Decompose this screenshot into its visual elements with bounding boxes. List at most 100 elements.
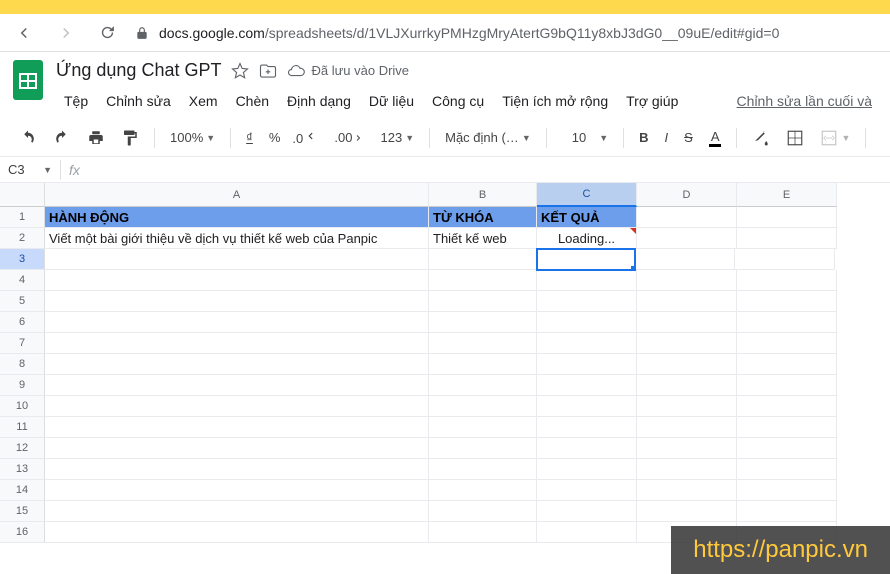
paint-format-button[interactable] [116,125,144,151]
borders-button[interactable] [781,125,809,151]
row-header[interactable]: 6 [0,312,45,333]
cell[interactable] [637,459,737,480]
row-header[interactable]: 12 [0,438,45,459]
cell[interactable]: TỪ KHÓA [429,207,537,228]
reload-button[interactable] [94,20,121,45]
row-header[interactable]: 4 [0,270,45,291]
cell[interactable] [429,480,537,501]
cell[interactable] [637,228,737,249]
cell[interactable] [737,396,837,417]
spreadsheet-grid[interactable]: 1 2 3 4 5 6 7 8 9 10 11 12 13 14 15 16 A… [0,183,890,543]
cell[interactable] [429,333,537,354]
row-header[interactable]: 16 [0,522,45,543]
cell[interactable] [537,522,637,543]
cell[interactable] [429,249,537,270]
menu-help[interactable]: Trợ giúp [618,89,686,113]
text-color-button[interactable]: A [704,125,727,151]
move-icon[interactable] [259,62,277,80]
cell[interactable] [637,396,737,417]
col-header[interactable]: C [537,183,637,207]
sheets-logo[interactable] [10,60,46,108]
cell[interactable] [737,228,837,249]
fill-handle[interactable] [631,266,636,271]
undo-button[interactable] [14,125,42,151]
cell[interactable] [45,396,429,417]
cell[interactable] [737,480,837,501]
zoom-select[interactable]: 100%▼ [165,126,220,149]
cell[interactable] [429,438,537,459]
col-header[interactable]: A [45,183,429,207]
cell[interactable] [637,312,737,333]
menu-format[interactable]: Định dạng [279,89,359,113]
cell[interactable] [45,354,429,375]
cell[interactable] [45,417,429,438]
menu-tools[interactable]: Công cụ [424,89,492,113]
currency-button[interactable]: ₫ [241,126,258,149]
cell[interactable] [45,522,429,543]
cell[interactable] [429,354,537,375]
cell[interactable] [637,354,737,375]
cell[interactable] [429,501,537,522]
cell[interactable] [45,312,429,333]
merge-button[interactable]: ▼ [815,125,855,151]
cell[interactable] [537,480,637,501]
forward-button[interactable] [52,20,80,46]
number-format-button[interactable]: 123▼ [375,126,419,149]
col-header[interactable]: D [637,183,737,207]
row-header[interactable]: 3 [0,249,45,270]
cell[interactable] [637,417,737,438]
cell[interactable] [537,396,637,417]
cell[interactable] [737,417,837,438]
italic-button[interactable]: I [660,126,674,149]
row-header[interactable]: 13 [0,459,45,480]
cell[interactable] [429,312,537,333]
print-button[interactable] [82,125,110,151]
error-indicator[interactable] [630,228,636,234]
cell[interactable] [737,312,837,333]
cell[interactable] [737,459,837,480]
cell[interactable] [637,291,737,312]
menu-edit[interactable]: Chỉnh sửa [98,89,179,113]
cell[interactable] [637,375,737,396]
cell[interactable] [429,522,537,543]
row-header[interactable]: 8 [0,354,45,375]
star-icon[interactable] [231,62,249,80]
row-header[interactable]: 10 [0,396,45,417]
col-header[interactable]: B [429,183,537,207]
cell[interactable] [537,291,637,312]
redo-button[interactable] [48,125,76,151]
cell[interactable] [737,354,837,375]
menu-insert[interactable]: Chèn [228,89,277,113]
cell[interactable]: KẾT QUẢ [537,207,637,228]
cell[interactable] [537,501,637,522]
cell[interactable] [737,375,837,396]
cell[interactable] [737,501,837,522]
fill-color-button[interactable] [747,125,775,151]
cell[interactable] [735,249,835,270]
cell[interactable] [637,333,737,354]
back-button[interactable] [10,20,38,46]
doc-title[interactable]: Ứng dụng Chat GPT [56,60,221,81]
cell[interactable] [737,333,837,354]
cell[interactable] [637,501,737,522]
cell[interactable] [637,270,737,291]
cell[interactable] [737,270,837,291]
cell[interactable] [45,333,429,354]
cell[interactable] [637,480,737,501]
name-box[interactable]: C3▼ [0,162,60,177]
row-header[interactable]: 7 [0,333,45,354]
bold-button[interactable]: B [634,126,653,149]
active-cell[interactable] [536,248,636,271]
menu-extensions[interactable]: Tiện ích mở rộng [494,89,616,113]
font-size-select[interactable]: 10▼ [557,126,613,149]
cell[interactable] [45,459,429,480]
menu-view[interactable]: Xem [181,89,226,113]
address-bar[interactable]: docs.google.com/spreadsheets/d/1VLJXurrk… [135,25,880,41]
font-select[interactable]: Mặc định (…▼ [440,126,536,149]
row-header[interactable]: 2 [0,228,45,249]
cell[interactable] [45,375,429,396]
cell[interactable]: Loading... [537,228,637,249]
increase-decimal-button[interactable]: .00 [329,126,369,149]
menu-file[interactable]: Tệp [56,89,96,113]
cell[interactable] [737,291,837,312]
